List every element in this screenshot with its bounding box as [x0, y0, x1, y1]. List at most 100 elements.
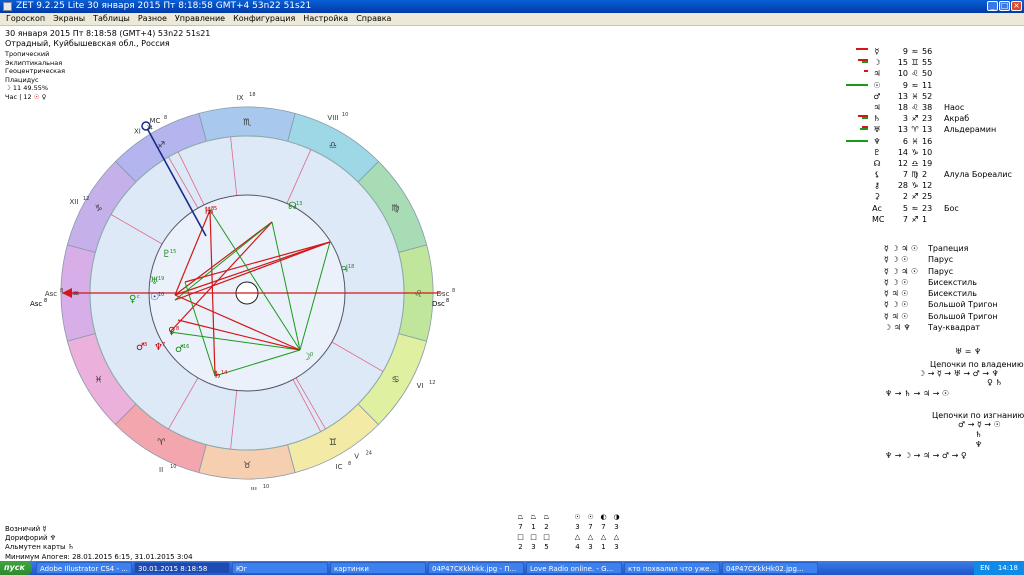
aspect-configuration[interactable]: ☿ ☽ ♃ ☉ Парус — [884, 266, 998, 277]
strength-bar-green — [846, 83, 868, 86]
task-image-viewer[interactable]: 04P47CKkkhkk.jpg - П... — [428, 562, 524, 574]
planet-row[interactable]: ☽ 15 ♊ 55 — [840, 57, 1000, 68]
task-folder-yug[interactable]: Юг — [232, 562, 328, 574]
planet-row[interactable]: ☉ 9 ≈11 — [840, 80, 1000, 91]
planet-glyph: ♃ — [873, 69, 881, 79]
strength-bar-green — [860, 128, 868, 131]
task-love-radio[interactable]: Love Radio online. - G... — [526, 562, 622, 574]
planet-row[interactable]: ☿ 9 ≈56 — [840, 46, 1000, 57]
planet-row[interactable]: ♃ 10 ♌ 50 — [840, 68, 1000, 79]
app-icon — [3, 2, 12, 11]
elements-grid-row: 2354313 — [514, 542, 623, 552]
fixed-star: Акраб — [944, 114, 970, 124]
planet-row[interactable]: ♅ 13 ♈ 13 Альдерамин — [840, 124, 1000, 135]
task-image-2[interactable]: 04P47CKkkHk02.jpg... — [722, 562, 818, 574]
planet-glyph: MC — [872, 214, 885, 224]
aspect-configuration[interactable]: ☿ ☽ ♃ ☉ Трапеция — [884, 243, 998, 254]
planet-row[interactable]: ♂ 13 ♓ 52 — [840, 91, 1000, 102]
menu-help[interactable]: Справка — [352, 13, 395, 25]
elements-grid-cell: 1 — [531, 523, 536, 531]
house-label-degree: 10 — [170, 464, 176, 470]
maximize-button[interactable]: □ — [999, 1, 1010, 11]
planet-row[interactable]: MC 7 ♐ 1 — [840, 214, 1000, 225]
planet-glyph: ♂ — [873, 91, 881, 101]
planet-row[interactable]: ⚷ 28 ♑ 12 — [840, 180, 1000, 191]
asc-label: Asc — [30, 300, 42, 308]
close-button[interactable]: × — [1011, 1, 1022, 11]
elements-grid-row: 7123773 — [514, 522, 623, 532]
planet-minute: 50 — [922, 69, 933, 79]
configuration-glyphs: ☿ ☽ ☉ — [884, 255, 909, 265]
planet-degree: 3 — [902, 114, 908, 124]
planet-row[interactable]: ♄ 3 ♐ 23 Акраб — [840, 113, 1000, 124]
planet-degree: 18 — [348, 264, 354, 270]
task-folder-pictures[interactable]: картинки — [330, 562, 426, 574]
menu-horoscope[interactable]: Гороскоп — [2, 13, 49, 25]
task-chat[interactable]: кто похвалил что уже... — [624, 562, 720, 574]
planet-sign: ♓ — [911, 136, 919, 146]
app-window: ZET 9.2.25 Lite 30 января 2015 Пт 8:18:5… — [0, 0, 1024, 575]
house-label-degree: 8 — [452, 288, 455, 294]
aspect-configuration[interactable]: ☿ ☽ ☉ Большой Тригон — [884, 299, 998, 310]
elements-grid-cell: □ — [530, 533, 537, 541]
planet-degree: 2 — [902, 192, 908, 202]
house-label: IX — [237, 94, 244, 102]
menu-misc[interactable]: Разное — [134, 13, 171, 25]
chain-rulership-line1: ☽ → ☿ → ♅ → ♂ → ♆ — [918, 369, 999, 378]
language-indicator[interactable]: EN — [980, 561, 990, 575]
clock: 14:18 — [997, 564, 1018, 572]
planet-sign: ♍ — [911, 170, 919, 180]
planet-degree: 0 — [310, 352, 313, 358]
planet-row[interactable]: ♃ 18 ♌ 38 Наос — [840, 102, 1000, 113]
start-button[interactable]: пуск — [0, 561, 32, 575]
house-label: III — [251, 486, 257, 490]
aspect-configuration[interactable]: ☿ ♃ ☉ Бисекстиль — [884, 288, 998, 299]
planet-sign: ♊ — [911, 58, 919, 68]
house-label: V — [354, 452, 359, 460]
planet-glyph: Ac — [872, 203, 882, 213]
aspect-configuration[interactable]: ☽ ♃ ♆ Тау-квадрат — [884, 322, 998, 333]
menu-config[interactable]: Конфигурация — [229, 13, 299, 25]
house-label-degree: 24 — [146, 126, 152, 132]
menu-screens[interactable]: Экраны — [49, 13, 89, 25]
planet-row[interactable]: ⚳ 2 ♐ 25 — [840, 191, 1000, 202]
planet-row[interactable]: ⚸ 7 ♍ 2 Алула Бореалис — [840, 169, 1012, 180]
elements-grid-cell: 3 — [575, 523, 580, 531]
planet-degree: 14 — [897, 147, 908, 157]
planet-glyph[interactable]: ♀ — [129, 294, 136, 305]
planet-row[interactable]: Ac 5 ≈23 Бос — [840, 203, 1000, 214]
planet-minute: 23 — [922, 203, 933, 213]
aspect-configuration[interactable]: ☿ ♃ ☉ Большой Тригон — [884, 311, 998, 322]
planet-row[interactable]: ♆ 6 ♓ 16 — [840, 136, 1000, 147]
planet-sign: ♌ — [911, 102, 919, 112]
planet-glyph: ☊ — [873, 158, 881, 168]
menu-control[interactable]: Управление — [171, 13, 229, 25]
menu-tables[interactable]: Таблицы — [89, 13, 134, 25]
sign-glyph: ♑ — [94, 204, 102, 214]
planet-minute: 13 — [922, 125, 933, 135]
menu-settings[interactable]: Настройка — [299, 13, 352, 25]
elements-grid-cell: △ — [613, 533, 620, 541]
aspect-configuration[interactable]: ☿ ☽ ☉ Парус — [884, 254, 998, 265]
sign-glyph: ♉ — [243, 461, 251, 471]
natal-chart-wheel[interactable]: ♒♓♈♉♊♋♌♍♎♏♐♑ Asc 8 Dsc 8 MC 8IX 18VIII 10Dsc 8V… — [0, 70, 500, 490]
elements-grid-row: ⏢ ⏢ ⏢ ☉ ☉ ◐ ◑ — [514, 512, 623, 522]
task-illustrator[interactable]: Adobe Illustrator CS4 - ... — [36, 562, 132, 574]
planet-degree: 9 — [902, 47, 908, 56]
task-zet[interactable]: 30.01.2015 8:18:58 — [134, 562, 230, 574]
house-label: VIII — [327, 114, 338, 122]
house-label: XI — [134, 128, 141, 136]
fixed-star: Алула Бореалис — [944, 170, 1012, 180]
planet-row[interactable]: ♇ 14 ♑ 10 — [840, 147, 1000, 158]
planet-glyph[interactable]: ♀ — [168, 326, 175, 337]
planet-minute: 2 — [922, 170, 928, 180]
window-title: ZET 9.2.25 Lite 30 января 2015 Пт 8:18:5… — [16, 1, 312, 11]
planet-row[interactable]: ☊ 12 ♎ 19 — [840, 158, 1000, 169]
aspect-configuration[interactable]: ☿ ☽ ☉ Бисекстиль — [884, 277, 998, 288]
elements-grid-cell: 3 — [614, 543, 619, 551]
elements-grid-row: □ □ □ △ △ △ △ — [514, 532, 623, 542]
planet-degree: 10 — [158, 292, 164, 298]
elements-grid-cell: 1 — [601, 543, 606, 551]
elements-grid-cell: 2 — [544, 523, 549, 531]
minimize-button[interactable]: _ — [987, 1, 998, 11]
